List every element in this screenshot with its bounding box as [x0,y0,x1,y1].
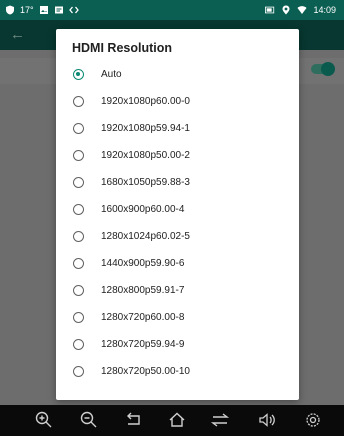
temperature-text: 17° [20,5,34,15]
option-label: Auto [101,69,122,80]
resolution-option[interactable]: 1920x1080p60.00-0 [56,90,299,116]
home-icon[interactable] [167,410,191,432]
option-label: 1920x1080p50.00-2 [101,150,190,161]
option-label: 1280x720p50.00-10 [101,366,190,377]
wifi-icon [297,6,307,14]
radio-button[interactable] [73,69,84,80]
background-toggle [311,62,335,76]
location-icon [282,5,290,15]
resolution-option[interactable]: 1600x900p60.00-4 [56,198,299,224]
radio-button[interactable] [73,177,84,188]
zoom-in-icon[interactable] [34,410,58,432]
option-label: 1920x1080p60.00-0 [101,96,190,107]
volume-icon[interactable] [257,410,281,432]
option-label: 1280x720p59.94-9 [101,339,185,350]
resolution-option[interactable]: 1280x1024p60.02-5 [56,225,299,251]
resolution-option[interactable]: 1280x720p59.94-9 [56,333,299,359]
option-label: 1280x1024p60.02-5 [101,231,190,242]
radio-button[interactable] [73,312,84,323]
resolution-option[interactable]: 1920x1080p50.00-2 [56,144,299,170]
resolution-option[interactable]: 1680x1050p59.88-3 [56,171,299,197]
option-label: 1920x1080p59.94-1 [101,123,190,134]
option-label: 1280x720p60.00-8 [101,312,185,323]
shield-icon [6,5,14,15]
resolution-option[interactable]: 1440x900p59.90-6 [56,252,299,278]
radio-button[interactable] [73,231,84,242]
code-icon [68,6,79,14]
toggle-knob [321,62,335,76]
dialog-title: HDMI Resolution [72,41,172,55]
resolution-option[interactable]: 1280x800p59.91-7 [56,279,299,305]
radio-button[interactable] [73,258,84,269]
radio-button[interactable] [73,150,84,161]
resolution-option[interactable]: 1920x1080p59.94-1 [56,117,299,143]
zoom-out-icon[interactable] [79,410,103,432]
hdmi-resolution-dialog: HDMI Resolution Auto 1920x1080p60.00-0 1… [56,29,299,400]
message-icon [54,6,63,14]
radio-button[interactable] [73,123,84,134]
back-icon[interactable] [124,410,148,432]
option-label: 1600x900p60.00-4 [101,204,185,215]
option-label: 1680x1050p59.88-3 [101,177,190,188]
radio-button[interactable] [73,96,84,107]
navigation-bar [0,405,344,436]
recents-icon[interactable] [210,410,234,432]
radio-button[interactable] [73,339,84,350]
resolution-option[interactable]: 1280x720p50.00-10 [56,360,299,386]
image-icon [39,6,48,14]
status-bar: 17° 14:09 [0,0,344,20]
radio-button[interactable] [73,204,84,215]
radio-button[interactable] [73,285,84,296]
radio-button[interactable] [73,366,84,377]
back-arrow-icon[interactable]: ← [10,26,25,43]
resolution-option-auto[interactable]: Auto [56,63,299,89]
resolution-option[interactable]: 1280x720p60.00-8 [56,306,299,332]
option-label: 1280x800p59.91-7 [101,285,185,296]
battery-icon [265,6,275,14]
clock: 14:09 [313,5,336,15]
option-label: 1440x900p59.90-6 [101,258,185,269]
settings-icon[interactable] [303,410,327,432]
